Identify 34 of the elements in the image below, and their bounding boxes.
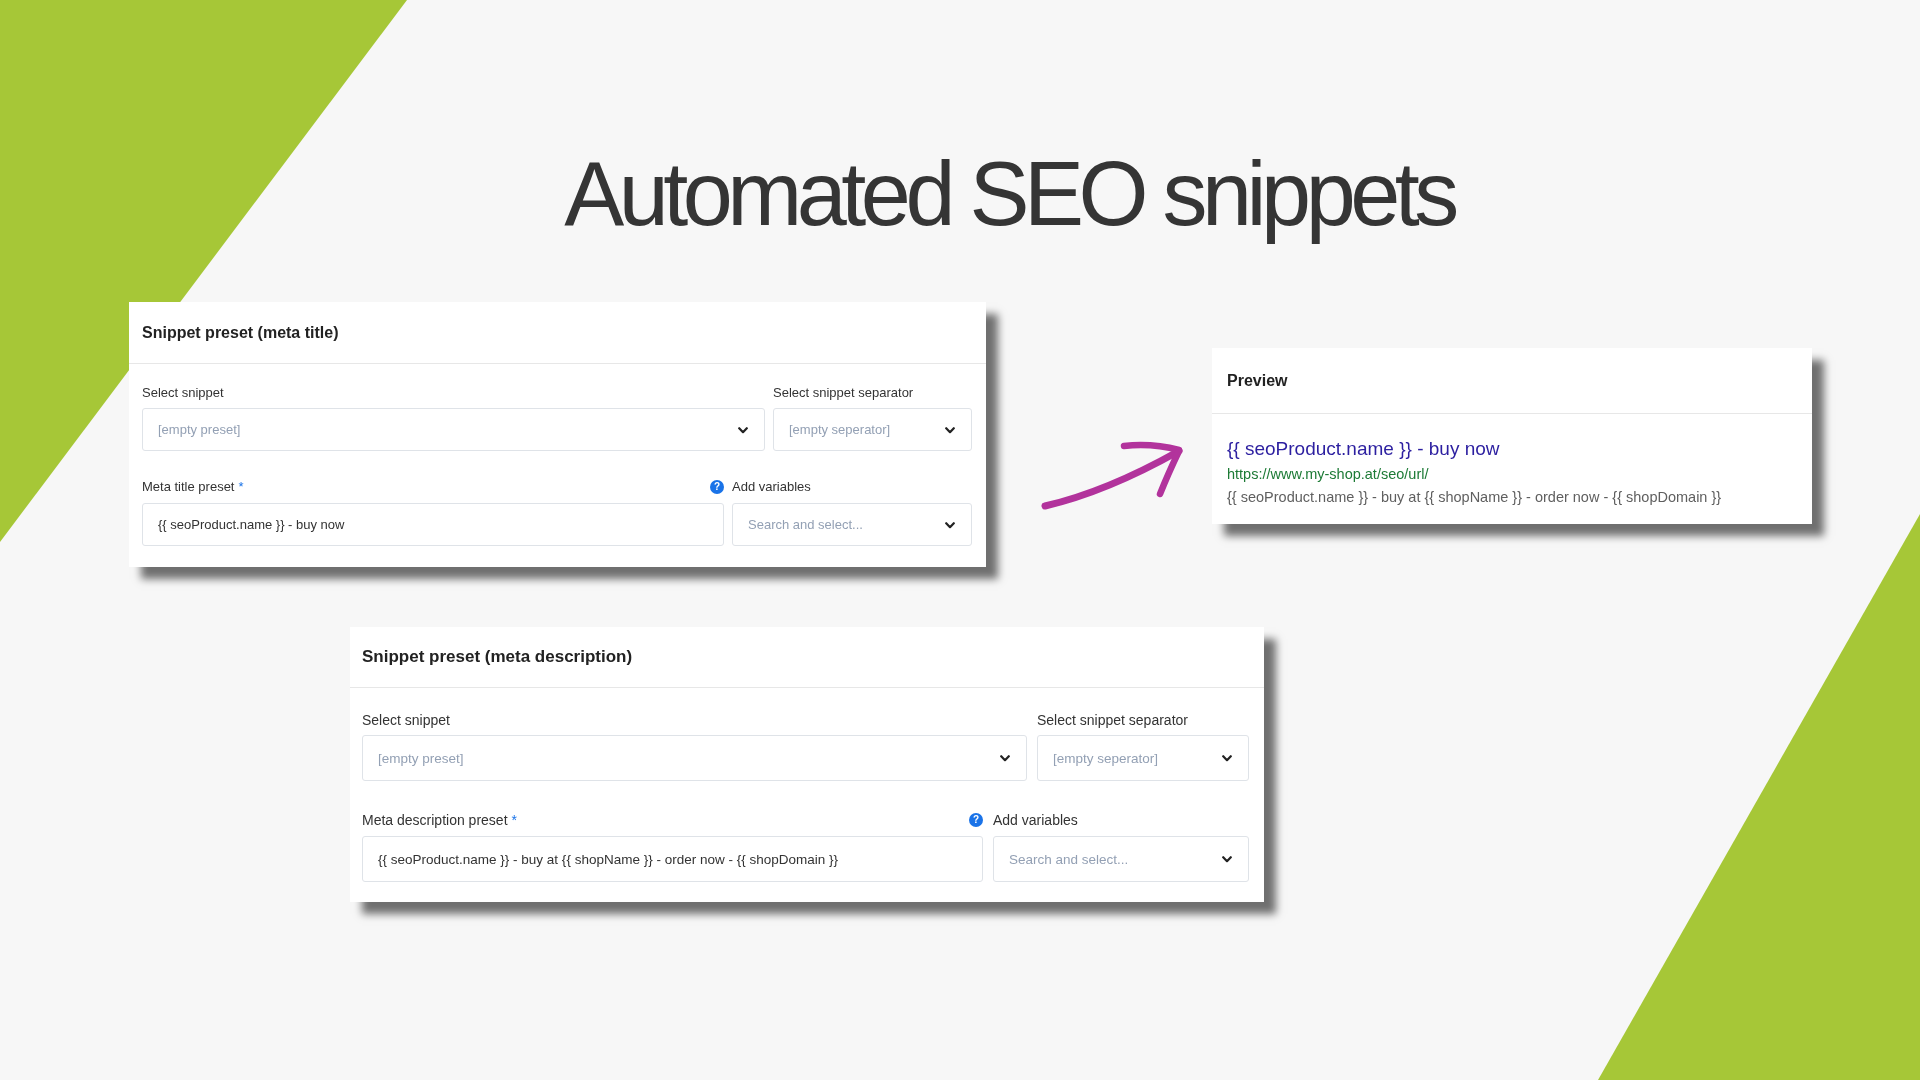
chevron-down-icon: [1222, 755, 1232, 762]
field-label: Select snippet: [142, 384, 224, 403]
card-title: Snippet preset (meta title): [142, 322, 339, 343]
field-label: Add variables: [732, 478, 811, 497]
chevron-down-icon: [1000, 755, 1010, 762]
result-description: {{ seoProduct.name }} - buy at {{ shopName }} - order now - {{ shopDomain }}: [1227, 488, 1723, 506]
variables-select[interactable]: Search and select...: [732, 503, 972, 546]
separator-select[interactable]: [empty seperator]: [1037, 735, 1249, 781]
card-title: Snippet preset (meta description): [362, 646, 633, 669]
field-label: Meta description preset: [362, 810, 508, 830]
curved-arrow-icon: [1040, 440, 1185, 512]
slide-title: Automated SEO snippets: [564, 143, 1456, 246]
chevron-down-icon: [1222, 856, 1232, 863]
card-title: Preview: [1227, 370, 1288, 391]
field-label: Add variables: [993, 810, 1078, 830]
variables-select[interactable]: Search and select...: [993, 836, 1249, 882]
field-label: Select snippet separator: [1037, 710, 1188, 730]
required-marker: *: [238, 478, 244, 497]
snippet-select[interactable]: [empty preset]: [142, 408, 765, 451]
chevron-down-icon: [738, 426, 748, 434]
result-url: https://www.my-shop.at/seo/url/: [1227, 465, 1430, 483]
result-title-link[interactable]: {{ seoProduct.name }} - buy now: [1227, 437, 1797, 461]
field-label: Meta title preset: [142, 478, 235, 497]
separator-select[interactable]: [empty seperator]: [773, 408, 972, 451]
field-label: Select snippet: [362, 710, 450, 730]
help-icon[interactable]: ?: [710, 480, 724, 494]
required-marker: *: [511, 810, 517, 830]
chevron-down-icon: [945, 426, 955, 434]
preset-input[interactable]: {{ seoProduct.name }} - buy at {{ shopName }} - order now - {{ shopDomain }}: [362, 836, 983, 882]
help-icon[interactable]: ?: [969, 813, 983, 827]
preset-input[interactable]: {{ seoProduct.name }} - buy now: [142, 503, 724, 546]
chevron-down-icon: [945, 521, 955, 529]
field-label: Select snippet separator: [773, 384, 914, 403]
snippet-select[interactable]: [empty preset]: [362, 735, 1027, 781]
